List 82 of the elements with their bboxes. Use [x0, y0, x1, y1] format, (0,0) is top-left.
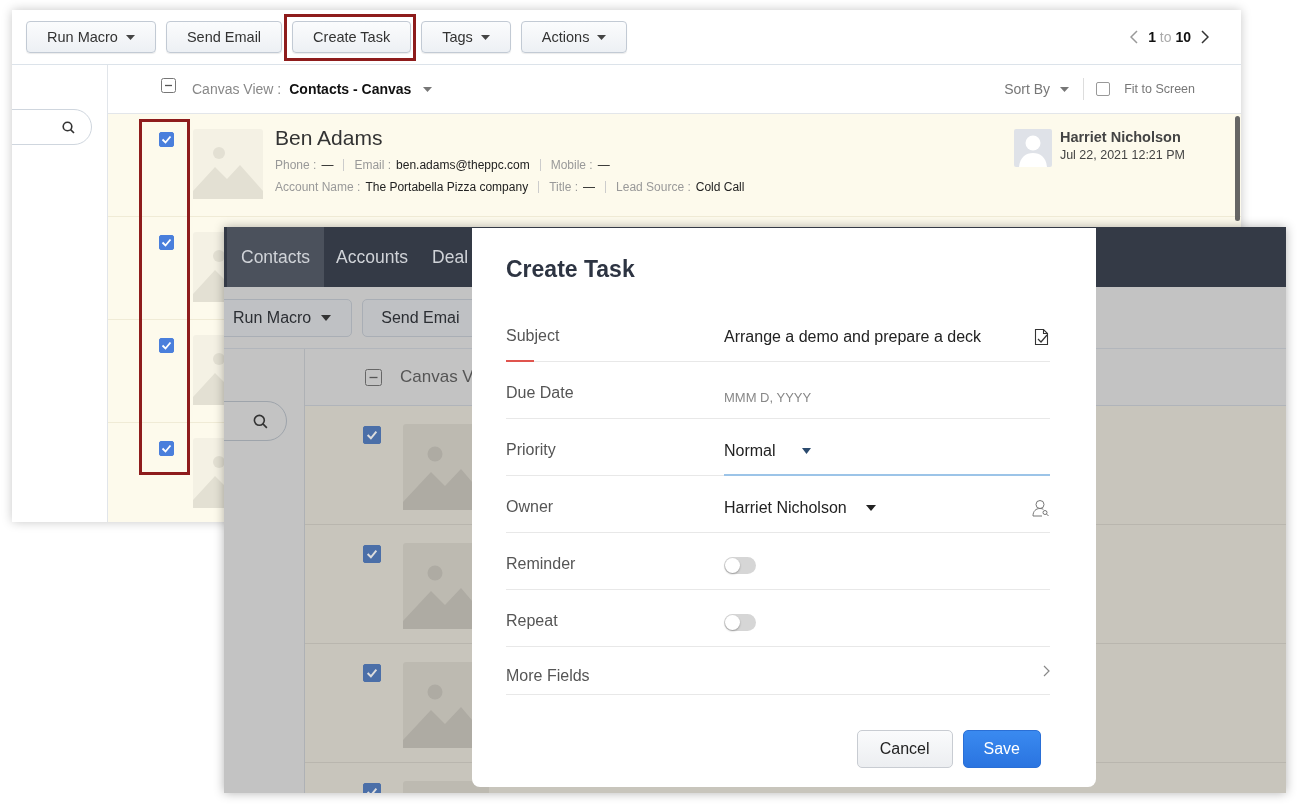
- toolbar-button[interactable]: Send Email: [165, 21, 283, 53]
- field-label: Lead Source :: [616, 180, 691, 194]
- priority-value: Normal: [724, 441, 776, 460]
- toolbar-button[interactable]: Tags: [421, 21, 511, 53]
- page-range: 1 to 10: [1148, 29, 1191, 45]
- field-label: Repeat: [506, 611, 559, 631]
- field-label: Title :: [549, 180, 579, 194]
- field-label: Email :: [354, 158, 392, 172]
- field-label: Account Name :: [275, 180, 361, 194]
- checkmark-icon: [161, 444, 172, 453]
- toolbar-button[interactable]: Create Task: [292, 21, 412, 53]
- select-all-checkbox[interactable]: [365, 368, 382, 386]
- save-button[interactable]: Save: [962, 730, 1041, 768]
- toolbar-button[interactable]: Run Macro: [26, 21, 156, 53]
- next-page-icon[interactable]: [1201, 30, 1209, 44]
- search-icon: [62, 120, 75, 134]
- owner-name: Harriet Nicholson: [1059, 129, 1182, 145]
- field-value: ben.adams@theppc.com: [396, 158, 530, 172]
- field-value: —: [321, 158, 334, 172]
- field-label: Owner: [506, 497, 555, 517]
- subject-value: Arrange a demo and prepare a deck: [724, 328, 982, 346]
- field-value: —: [583, 180, 596, 194]
- owner-dropdown[interactable]: Harriet Nicholson: [724, 476, 1050, 532]
- checkmark-icon: [161, 135, 172, 144]
- cancel-button[interactable]: Cancel: [856, 730, 953, 768]
- search-icon: [253, 413, 268, 429]
- field-label: Phone :: [275, 158, 317, 172]
- record-checkbox[interactable]: [363, 545, 381, 563]
- sort-dropdown[interactable]: Sort By: [1004, 81, 1070, 97]
- date-placeholder: MMM D, YYYY: [724, 388, 812, 405]
- chevron-right-icon[interactable]: [1043, 664, 1050, 677]
- fit-to-screen-label: Fit to Screen: [1124, 82, 1195, 96]
- document-check-icon[interactable]: [1034, 328, 1050, 346]
- field-label: Mobile :: [550, 158, 593, 172]
- dialog-title: Create Task: [506, 256, 635, 283]
- record-checkbox[interactable]: [159, 235, 174, 250]
- subject-field[interactable]: Arrange a demo and prepare a deck: [724, 305, 1050, 361]
- record-checkbox[interactable]: [159, 132, 174, 147]
- scrollbar[interactable]: [1235, 116, 1240, 221]
- record-checkbox[interactable]: [363, 664, 381, 682]
- toolbar-button[interactable]: Actions: [520, 21, 628, 53]
- avatar-icon: [1013, 129, 1052, 167]
- caret-icon: [321, 314, 332, 321]
- field-label: Due Date: [506, 383, 575, 403]
- view-label: Canvas View :: [192, 81, 282, 97]
- select-all-checkbox[interactable]: [161, 77, 176, 93]
- nav-tab[interactable]: Contacts: [227, 227, 325, 287]
- checkmark-icon: [366, 668, 378, 678]
- contact-name[interactable]: Ben Adams: [275, 126, 745, 150]
- due-date-field[interactable]: MMM D, YYYY: [724, 362, 1050, 418]
- owner-value: Harriet Nicholson: [724, 499, 847, 517]
- previous-page-icon[interactable]: [1130, 30, 1139, 44]
- caret-icon: [865, 505, 876, 511]
- caret-icon: [125, 34, 135, 40]
- modified-time: Jul 22, 2021 12:21 PM: [1059, 148, 1185, 162]
- toggle-switch[interactable]: [724, 556, 756, 574]
- priority-dropdown[interactable]: Normal: [724, 419, 1050, 476]
- field-value: Cold Call: [695, 180, 745, 194]
- caret-icon: [597, 34, 607, 40]
- toggle-switch[interactable]: [724, 613, 756, 631]
- record-checkbox[interactable]: [363, 426, 381, 444]
- nav-tab[interactable]: Accounts: [324, 227, 421, 287]
- checkmark-icon: [366, 430, 378, 440]
- field-label: Subject: [506, 305, 724, 361]
- toolbar-button[interactable]: Run Macro: [224, 298, 353, 337]
- caret-icon: [423, 86, 433, 92]
- caret-icon: [480, 34, 490, 40]
- checkmark-icon: [161, 341, 172, 350]
- field-label: More Fields: [506, 665, 590, 686]
- field-label: Priority: [506, 440, 557, 460]
- fit-to-screen-checkbox[interactable]: [1096, 82, 1111, 96]
- caret-icon: [1060, 86, 1070, 92]
- user-search-icon[interactable]: [1032, 499, 1050, 517]
- checkmark-icon: [366, 549, 378, 559]
- record-checkbox[interactable]: [159, 441, 174, 456]
- field-value: The Portabella Pizza company: [365, 180, 529, 194]
- record-checkbox[interactable]: [159, 338, 174, 353]
- view-dropdown[interactable]: Contacts - Canvas: [289, 81, 433, 97]
- checkmark-icon: [161, 238, 172, 247]
- caret-icon: [801, 447, 811, 454]
- field-label: Reminder: [506, 554, 577, 574]
- field-value: —: [597, 158, 610, 172]
